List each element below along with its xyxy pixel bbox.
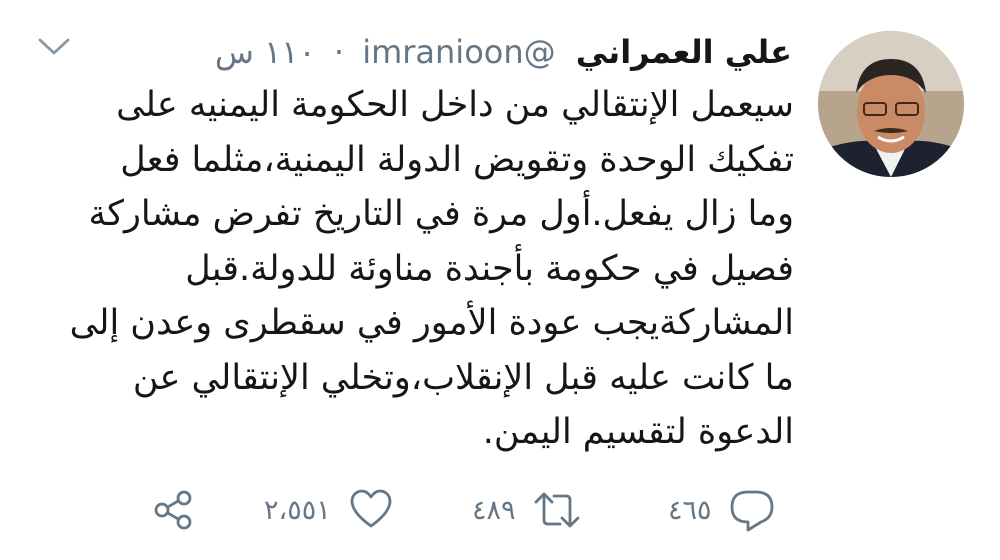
- separator-dot: ·: [333, 33, 345, 71]
- tweet-line: الدعوة لتقسيم اليمن.: [482, 412, 794, 452]
- like-count: ٢،٥٥١: [264, 494, 331, 526]
- tweet-header: علي العمراني @imranioon · ١١٠ س: [215, 28, 792, 76]
- chevron-down-icon: [38, 38, 70, 55]
- tweet-actions: ٢،٥٥١ ٤٨٩ ٤٦٥: [0, 480, 1000, 540]
- share-button[interactable]: [150, 480, 198, 540]
- reply-icon: [730, 490, 773, 532]
- retweet-icon: [534, 492, 579, 528]
- tweet-line: ما كانت عليه قبل الإنقلاب،وتخلي الإنتقال…: [132, 357, 794, 398]
- tweet-line: سيعمل الإنتقالي من داخل الحكومة اليمنيه …: [116, 85, 794, 125]
- heart-icon: [350, 489, 392, 528]
- tweet-text: سيعمل الإنتقالي من داخل الحكومة اليمنيه …: [54, 78, 794, 460]
- tweet-menu-button[interactable]: [34, 34, 74, 60]
- avatar[interactable]: [818, 31, 964, 177]
- reply-count: ٤٦٥: [668, 494, 712, 526]
- tweet-line: تفكيك الوحدة وتقويض الدولة اليمنية،مثلما…: [120, 139, 794, 180]
- avatar-photo: [818, 31, 964, 177]
- retweet-button[interactable]: ٤٨٩: [472, 480, 582, 540]
- share-icon: [154, 490, 192, 530]
- author-handle[interactable]: @imranioon: [362, 33, 555, 71]
- retweet-count: ٤٨٩: [472, 494, 516, 526]
- tweet-time[interactable]: ١١٠ س: [215, 33, 316, 71]
- like-button[interactable]: ٢،٥٥١: [264, 480, 395, 540]
- author-name[interactable]: علي العمراني: [576, 33, 792, 71]
- tweet-line: فصيل في حكومة بأجندة مناوئة للدولة.قبل: [185, 248, 794, 289]
- tweet-line: المشاركةيجب عودة الأمور في سقطرى وعدن إل…: [69, 303, 794, 343]
- reply-button[interactable]: ٤٦٥: [668, 480, 776, 540]
- tweet-line: وما زال يفعل.أول مرة في التاريخ تفرض مشا…: [88, 194, 794, 234]
